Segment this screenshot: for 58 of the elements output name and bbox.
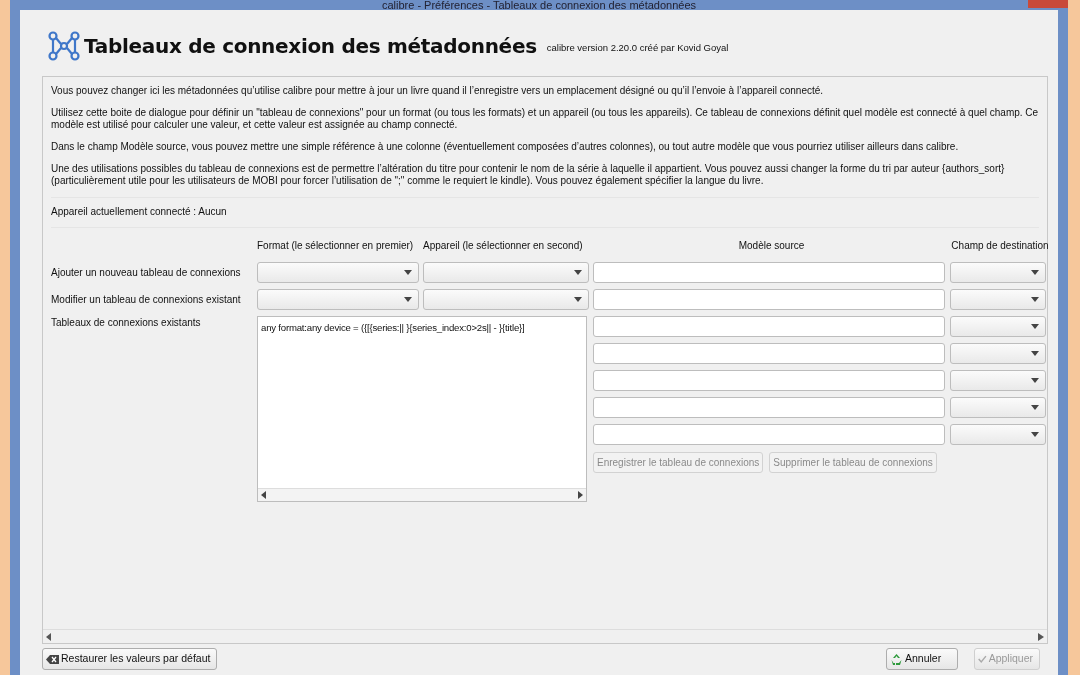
description-paragraph: Dans le champ Modèle source, vous pouvez mettre une simple référence à une colonne (éventuellement composées d’autres colonnes), ou tout autre modèle que vous pourriez utiliser ailleurs dans calibre. [51,141,960,153]
cancel-button[interactable]: Annuler [886,648,958,670]
dropdown-caret-icon [1031,270,1039,275]
dropdown[interactable] [950,343,1046,364]
dropdown-caret-icon [1031,405,1039,410]
list-item[interactable]: any format:any device = ({[{series:|| }{series_index:0>2s|| - }{title}] [261,321,583,336]
dropdown-caret-icon [404,270,412,275]
column-header: Modèle source [737,239,806,253]
restore-defaults-button[interactable]: Restaurer les valeurs par défaut [42,648,218,670]
template-field[interactable] [593,424,945,445]
column-header: Appareil (le sélectionner en second) [423,239,584,253]
dialog-title: Tableaux de connexion des métadonnées [84,33,537,60]
dropdown[interactable] [257,289,419,310]
dropdown[interactable] [423,289,589,310]
description-paragraph: Utilisez cette boite de dialogue pour définir un "tableau de connexions" pour un format (ou tous les formats) et un appareil (ou tous les appareils). Ce tableau de connexions définit quel modèle est connecté à quel champ. Ce modèle est utilisé pour calculer une valeur, et cette valeur est assignée au champ connecté. [51,107,1039,131]
dropdown[interactable] [950,424,1046,445]
dropdown[interactable] [950,289,1046,310]
dropdown-caret-icon [1031,351,1039,356]
scroll-left-icon[interactable] [261,491,266,499]
dropdown-caret-icon [1031,432,1039,437]
dropdown[interactable] [950,397,1046,418]
dropdown-caret-icon [404,297,412,302]
dropdown-caret-icon [1031,297,1039,302]
connections-list[interactable]: any format:any device = ({[{series:|| }{series_index:0>2s|| - }{title}] [257,316,587,502]
row-label: Ajouter un nouveau tableau de connexions [51,266,242,280]
plug-network-icon [48,31,80,61]
description-paragraph: Vous pouvez changer ici les métadonnées qu’utilise calibre pour mettre à jour un livre quand il l’enregistre vers un emplacement désigné ou qu’il l’envoie à l’appareil connecté. [51,85,825,97]
template-field[interactable] [593,397,945,418]
connected-device-text: Appareil actuellement connecté : Aucun [51,205,228,219]
column-header: Champ de destination [950,239,1050,253]
template-field[interactable] [593,289,945,310]
scrollbar[interactable] [258,488,586,501]
dropdown[interactable] [257,262,419,283]
scroll-right-icon[interactable] [1038,632,1044,641]
template-field[interactable] [593,343,945,364]
recycle-icon [890,652,903,666]
dropdown[interactable] [950,316,1046,337]
description-paragraph: Une des utilisations possibles du tableau de connexions est de permettre l’altération du titre pour contenir le nom de la série à laquelle il appartient. Vous pouvez aussi changer la forme du tri par auteur {authors_sort} (particulièrement utile pour les utilisateurs de MOBI pour forcer l’utilisation de ";" comme le requiert le kindle). Vous pouvez également spécifier la langue du livre. [51,163,1006,187]
dropdown[interactable] [423,262,589,283]
dropdown-caret-icon [574,297,582,302]
checkmark-icon [978,654,987,664]
version-text: calibre version 2.20.0 créé par Kovid Goyal [546,40,729,55]
clear-icon [46,654,59,664]
template-field[interactable] [593,370,945,391]
window-title: calibre - Préférences - Tableaux de connexion des métadonnées [381,0,697,10]
template-field[interactable] [593,262,945,283]
scroll-right-icon[interactable] [578,491,583,499]
row-label: Tableaux de connexions existants [51,315,202,330]
scroll-left-icon[interactable] [46,632,52,641]
row-label: Modifier un tableau de connexions existant [51,293,242,307]
column-header: Format (le sélectionner en premier) [257,239,415,253]
template-field[interactable] [593,316,945,337]
dropdown-caret-icon [1031,324,1039,329]
close-button[interactable] [1028,0,1068,8]
dropdown[interactable] [950,370,1046,391]
dropdown[interactable] [950,262,1046,283]
dropdown-caret-icon [574,270,582,275]
dropdown-caret-icon [1031,378,1039,383]
